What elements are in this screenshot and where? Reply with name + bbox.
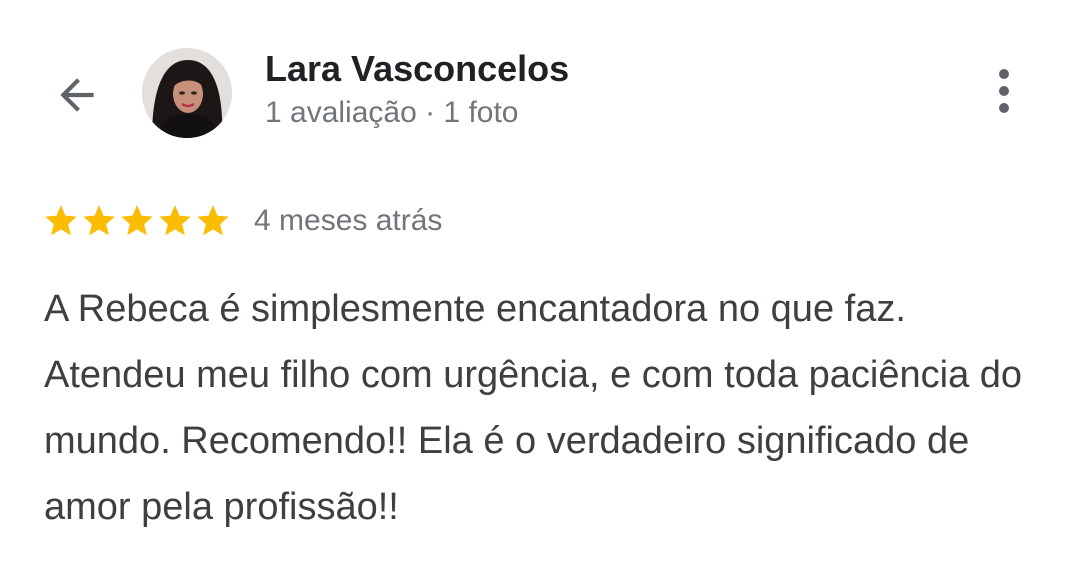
user-info: Lara Vasconcelos 1 avaliação · 1 foto (265, 47, 569, 133)
avatar[interactable] (142, 48, 232, 138)
user-name[interactable]: Lara Vasconcelos (265, 47, 569, 91)
star-icon (197, 205, 229, 236)
user-meta: 1 avaliação · 1 foto (265, 96, 519, 129)
review-rating-row: 4 meses atrás (42, 198, 442, 244)
profile-photo (142, 48, 232, 138)
more-vert-icon (999, 69, 1009, 113)
more-options-button[interactable] (980, 62, 1028, 124)
review-date: 4 meses atrás (254, 204, 443, 237)
review-text: A Rebeca é simplesmente encantadora no q… (44, 288, 1023, 528)
star-icon (45, 205, 77, 236)
star-icon (83, 205, 115, 236)
back-button[interactable] (46, 64, 108, 126)
star-icon (121, 205, 153, 236)
arrow-back-icon (60, 78, 94, 112)
star-rating (42, 202, 232, 240)
star-icon (159, 205, 191, 236)
